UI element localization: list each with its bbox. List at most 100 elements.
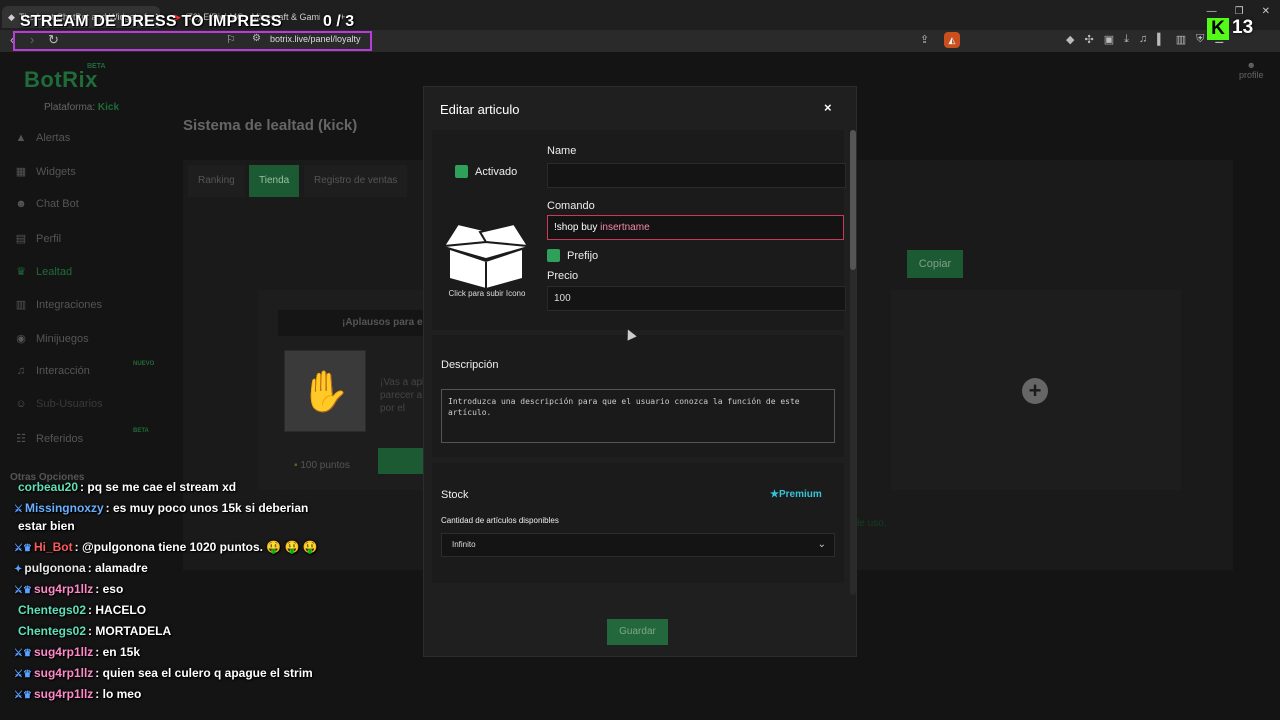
description-textarea[interactable]: Introduzca una descripción para que el u… xyxy=(441,389,835,443)
chat-text: : alamadre xyxy=(87,561,148,575)
page-title: Sistema de lealtad (kick) xyxy=(183,117,358,134)
sidebar-item-minijuegos[interactable]: ◉ Minijuegos xyxy=(14,332,88,346)
puzzle-icon[interactable]: ✣ xyxy=(1084,33,1093,46)
share-icon[interactable]: ⇪ xyxy=(920,33,929,46)
gamepad-icon: ◉ xyxy=(16,333,26,345)
extension-diamond-icon[interactable]: ◆ xyxy=(1066,33,1074,46)
bookmark-icon[interactable]: ⚐ xyxy=(226,33,236,46)
url-bar[interactable]: botrix.live/panel/loyalty xyxy=(270,34,361,44)
chat-username: sug4rp1llz xyxy=(33,687,94,701)
close-window-icon[interactable]: ✕ xyxy=(1262,6,1270,17)
command-input[interactable]: !shop buy insertname xyxy=(547,215,844,240)
chat-badge-icon: ✦ xyxy=(14,564,23,575)
chat-username: sug4rp1llz xyxy=(33,645,94,659)
stock-select[interactable]: Infinito ⌄ xyxy=(441,533,835,557)
chat-badge-icon: ⚔♛ xyxy=(14,585,32,596)
media-icon[interactable]: ♫ xyxy=(1139,33,1147,46)
extension-icons: ◆ ✣ ▣ ⤓ ♫ ▍ ▥ ⛨ ☰ xyxy=(1066,33,1224,46)
chat-badge-icon: ⚔ xyxy=(14,504,23,515)
stock-label: Stock xyxy=(441,489,469,501)
sidebar-item-sub-usuarios[interactable]: ☺ Sub-Usuarios xyxy=(14,398,102,410)
chat-text: : HACELO xyxy=(88,603,147,617)
vpn-icon[interactable]: ⛨ xyxy=(1196,33,1204,46)
price-input[interactable]: 100 xyxy=(547,286,846,311)
sidebar-item-lealtad[interactable]: ♛ Lealtad xyxy=(14,265,72,279)
command-label: Comando xyxy=(547,200,595,212)
chat-text: : @pulgonona tiene 1020 puntos. 🤑 🤑 🤑 xyxy=(74,540,318,554)
sidebar-item-widgets[interactable]: ▦ Widgets xyxy=(14,165,76,179)
grid-icon: ▦ xyxy=(15,166,27,178)
tab-tienda[interactable]: Tienda xyxy=(249,165,300,197)
id-card-icon: ▤ xyxy=(15,233,27,245)
copy-button[interactable]: Copiar xyxy=(907,250,963,278)
sidebar-icon[interactable]: ▍ xyxy=(1157,33,1165,46)
scrollbar-thumb[interactable] xyxy=(850,130,856,270)
stream-title-overlay: STREAM DE DRESS TO IMPRESS xyxy=(20,13,282,30)
referral-icon: ☷ xyxy=(16,433,26,445)
command-value: insertname xyxy=(600,222,650,233)
chat-text: : eso xyxy=(95,582,124,596)
chat-message: ⚔♛ sug4rp1llz: lo meo xyxy=(14,687,141,701)
sidebar-item-integraciones[interactable]: ▥ Integraciones xyxy=(14,298,102,312)
chat-badge-icon: ⚔♛ xyxy=(14,543,32,554)
kick-logo-icon: K xyxy=(1207,18,1229,40)
platform-value: Kick xyxy=(97,102,120,113)
site-info-icon[interactable]: ⚙ xyxy=(252,33,261,44)
stock-select-value: Infinito xyxy=(452,540,476,549)
activated-label: Activado xyxy=(475,165,518,178)
sidebar-item-perfil[interactable]: ▤ Perfil xyxy=(14,232,61,246)
maximize-icon[interactable]: ❐ xyxy=(1235,6,1244,17)
logo-beta-badge: BETA xyxy=(87,63,106,70)
chat-badge-icon: ⚔♛ xyxy=(14,690,32,701)
save-button[interactable]: Guardar xyxy=(607,619,668,645)
trophy-icon: ♛ xyxy=(16,266,26,278)
download-icon[interactable]: ⤓ xyxy=(1124,33,1129,46)
modal-body: Activado Name Click para subir Icono Com… xyxy=(432,130,852,597)
edit-item-modal: Editar articulo × Activado Name Click pa… xyxy=(423,86,857,657)
warning-icon: ▲ xyxy=(15,132,27,144)
tab-ranking[interactable]: Ranking xyxy=(188,165,245,197)
profile-button[interactable]: ☻ profile xyxy=(1239,60,1264,80)
chat-username: Chentegs02 xyxy=(18,603,87,617)
upload-icon-label[interactable]: Click para subir Icono xyxy=(438,289,536,298)
stream-chat-overlay: corbeau20: pq se me cae el stream xd ⚔ Mis… xyxy=(0,470,322,710)
chat-username: Missingnoxzy xyxy=(24,501,104,515)
sidebar-item-alertas[interactable]: ▲ Alertas xyxy=(14,132,71,144)
shop-item-card[interactable]: ¡Aplausos para e ✋ ¡Vas a apl parecer a … xyxy=(258,290,438,490)
sidebar-item-label: Chat Bot xyxy=(36,198,79,210)
sidebar-item-label: Referidos xyxy=(36,432,84,445)
prefix-checkbox[interactable]: Prefijo xyxy=(547,249,598,262)
chat-message: ⚔♛ Hi_Bot: @pulgonona tiene 1020 puntos. … xyxy=(14,540,318,554)
minimize-icon[interactable]: — xyxy=(1207,6,1217,17)
kick-viewer-count: 13 xyxy=(1232,17,1254,38)
chat-text: : quien sea el culero q apague el strim xyxy=(95,666,313,680)
chat-badge-icon: ⚔♛ xyxy=(14,669,32,680)
activated-checkbox[interactable]: Activado xyxy=(455,165,517,178)
modal-title: Editar articulo xyxy=(440,102,520,117)
botrix-logo[interactable]: BotRix xyxy=(24,67,98,93)
tab-search-icon[interactable]: ▣ xyxy=(1104,33,1114,46)
chat-username: sug4rp1llz xyxy=(33,582,94,596)
box-upload-icon[interactable] xyxy=(438,216,534,288)
platform-label: Plataforma: xyxy=(44,102,96,113)
profile-label: profile xyxy=(1239,70,1264,80)
sidebar-item-referidos[interactable]: ☷ Referidos BETA xyxy=(14,428,149,445)
premium-badge: ★Premium xyxy=(770,489,822,500)
music-icon: ♫ xyxy=(16,365,26,377)
wallet-icon[interactable]: ▥ xyxy=(1176,33,1186,46)
add-item-plus-icon[interactable]: + xyxy=(1022,378,1048,404)
sidebar-item-interaccion[interactable]: ♫ Interacción NUEVO xyxy=(14,361,154,377)
name-input[interactable] xyxy=(547,163,846,188)
sidebar-item-chat-bot[interactable]: ☻ Chat Bot xyxy=(14,198,79,210)
users-icon: ☺ xyxy=(15,398,27,410)
tab-registro-de-ventas[interactable]: Registro de ventas xyxy=(304,165,408,197)
botrix-tab-icon: ◆ xyxy=(8,11,15,22)
brave-shield-icon[interactable]: ◭ xyxy=(944,32,960,48)
chat-message: ✦ pulgonona: alamadre xyxy=(14,561,148,575)
modal-scrollbar[interactable] xyxy=(850,130,856,595)
description-label: Descripción xyxy=(441,359,499,371)
chat-text: : lo meo xyxy=(95,687,142,701)
close-icon[interactable]: × xyxy=(824,100,832,115)
robot-icon: ☻ xyxy=(15,198,27,210)
add-item-card: + xyxy=(891,290,1181,490)
